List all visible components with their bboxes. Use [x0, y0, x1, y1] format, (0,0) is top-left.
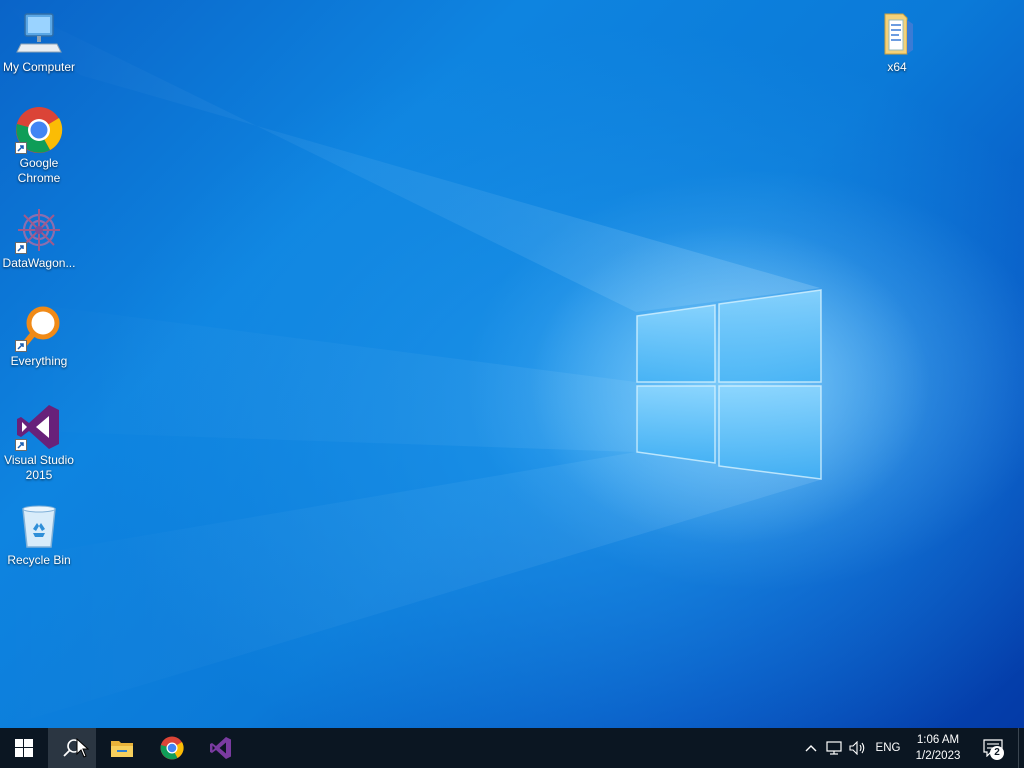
windows-hero-light-beams [0, 0, 930, 728]
visual-studio-icon [15, 403, 63, 451]
folder-icon [111, 741, 133, 757]
volume-tray-button[interactable] [847, 728, 869, 768]
action-center-button[interactable]: 2 [978, 728, 1008, 768]
clock[interactable]: 1:06 AM 1/2/2023 [906, 732, 970, 764]
network-tray-button[interactable] [823, 728, 847, 768]
chrome-icon [15, 106, 63, 154]
chrome-icon [160, 736, 184, 760]
show-desktop-button[interactable] [1018, 728, 1024, 768]
desktop-icon-label: DataWagon... [2, 256, 76, 270]
shortcut-arrow-icon [15, 242, 27, 254]
datawagon-icon [15, 206, 63, 254]
visual-studio-taskbar-button[interactable] [197, 728, 245, 768]
desktop-icon-label: Visual Studio 2015 [4, 453, 74, 482]
shortcut-arrow-icon [15, 439, 27, 451]
desktop-background[interactable]: My Computer Google Chrome DataWagon... E… [0, 0, 1024, 728]
desktop-icon-x64[interactable]: x64 [858, 10, 936, 75]
clock-time: 1:06 AM [916, 734, 960, 746]
desktop-icon-my-computer[interactable]: My Computer [0, 10, 78, 75]
desktop-icon-google-chrome[interactable]: Google Chrome [0, 106, 78, 186]
mouse-cursor-icon [76, 738, 90, 758]
desktop-icon-recycle-bin[interactable]: Recycle Bin [0, 503, 78, 568]
desktop-icon-everything[interactable]: Everything [0, 304, 78, 369]
notification-count-badge: 2 [990, 746, 1004, 760]
desktop-icon-label: My Computer [2, 60, 76, 74]
desktop-icon-visual-studio[interactable]: Visual Studio 2015 [0, 403, 78, 483]
clock-date: 1/2/2023 [915, 750, 961, 762]
chrome-taskbar-button[interactable] [148, 728, 196, 768]
folder-icon [873, 10, 921, 58]
desktop-icon-label: Recycle Bin [7, 553, 71, 567]
shortcut-arrow-icon [15, 340, 27, 352]
recycle-bin-icon [15, 503, 63, 551]
taskbar: ENG 1:06 AM 1/2/2023 2 [0, 728, 1024, 768]
show-hidden-icons-button[interactable] [801, 728, 821, 768]
computer-icon [15, 10, 63, 58]
desktop-icon-datawagon[interactable]: DataWagon... [0, 206, 78, 271]
file-explorer-button[interactable] [98, 728, 146, 768]
chevron-up-icon [805, 745, 817, 752]
shortcut-arrow-icon [15, 142, 27, 154]
windows-logo-icon [15, 739, 33, 757]
desktop-icon-label: Everything [10, 354, 68, 368]
input-language-indicator[interactable]: ENG [871, 728, 905, 768]
start-button[interactable] [0, 728, 48, 768]
visual-studio-icon [210, 737, 231, 759]
speaker-icon [849, 741, 865, 755]
desktop-icon-label: x64 [887, 60, 907, 74]
desktop-icon-label: Google Chrome [17, 156, 61, 185]
magnifier-icon [15, 304, 63, 352]
network-icon [826, 741, 842, 755]
